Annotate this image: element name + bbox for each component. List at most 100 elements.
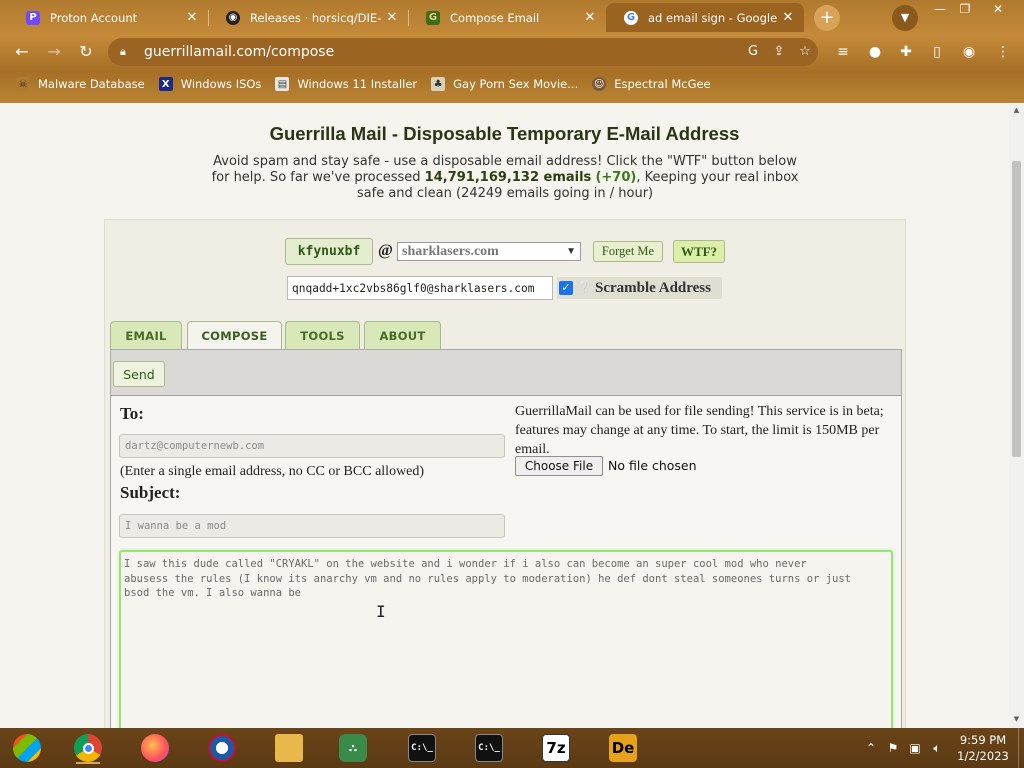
taskbar: ⛬ C:\_ C:\_ 7z De ⌃ ⚑ ▣ 🔈︎ 9:59 PM 1/2/2… bbox=[0, 728, 1024, 768]
message-body-textarea[interactable]: I saw this dude called "CRYAKL" on the w… bbox=[119, 550, 893, 728]
file-sending-note: GuerrillaMail can be used for file sendi… bbox=[515, 404, 884, 457]
tab-title: Compose Email bbox=[450, 10, 540, 25]
tab-title: Releases · horsicq/DIE-en bbox=[250, 10, 382, 25]
forget-me-button[interactable]: Forget Me bbox=[593, 241, 663, 262]
scramble-address-toggle[interactable]: ✓ ❔ Scramble Address bbox=[557, 277, 722, 299]
start-button[interactable] bbox=[9, 732, 45, 764]
bookmark-espectral-mcgee[interactable]: ☺ Espectral McGee bbox=[592, 77, 711, 91]
profile-icon[interactable]: ◉ bbox=[958, 42, 980, 62]
close-icon[interactable]: ✕ bbox=[182, 10, 202, 25]
emails-delta: (+70) bbox=[595, 170, 637, 185]
wtf-button[interactable]: WTF? bbox=[673, 240, 725, 263]
scrollbar-thumb[interactable] bbox=[1012, 161, 1021, 457]
taskbar-file-explorer[interactable] bbox=[271, 732, 307, 764]
emails-processed-count: 14,791,169,132 emails bbox=[424, 170, 592, 185]
taskbar-chrome[interactable] bbox=[70, 732, 106, 764]
network-icon: ⛬ bbox=[339, 734, 367, 762]
domain-select[interactable]: sharklasers.com ▼ bbox=[397, 242, 581, 261]
domain-value: sharklasers.com bbox=[402, 243, 499, 259]
clock-time: 9:59 PM bbox=[959, 733, 1007, 747]
bookmark-label: Windows 11 Installer bbox=[297, 77, 418, 91]
skull-icon: ☠ bbox=[16, 77, 30, 91]
flag-icon[interactable]: ⚑ bbox=[882, 741, 904, 755]
proton-icon: P bbox=[26, 10, 40, 25]
mail-panel: kfynuxbf @ sharklasers.com ▼ Forget Me W… bbox=[104, 219, 906, 728]
address-bar[interactable]: 🔒︎ guerrillamail.com/compose G ⇪ ☆ bbox=[108, 38, 818, 66]
show-desktop-button[interactable] bbox=[1018, 728, 1024, 768]
menu-kebab-icon[interactable]: ⋮ bbox=[992, 42, 1014, 62]
tab-compose[interactable]: COMPOSE bbox=[187, 321, 282, 350]
folder-icon bbox=[275, 734, 303, 762]
bookmark-site[interactable]: ♣ Gay Porn Sex Movie... bbox=[431, 77, 578, 91]
browser-tab-github[interactable]: ◉ Releases · horsicq/DIE-en ✕ bbox=[208, 3, 408, 32]
chrome-icon bbox=[74, 734, 102, 762]
chevron-up-icon[interactable]: ⌃ bbox=[860, 741, 882, 755]
send-button[interactable]: Send bbox=[113, 361, 165, 387]
side-panel-icon[interactable]: ▯ bbox=[926, 42, 948, 62]
browser-tab-proton[interactable]: P Proton Account ✕ bbox=[8, 3, 208, 32]
bookmark-label: Malware Database bbox=[38, 77, 145, 91]
bookmark-star-icon[interactable]: ☆ bbox=[792, 42, 818, 62]
browser-tab-google[interactable]: G ad email sign - Google Sea ✕ bbox=[606, 3, 804, 32]
windows-start-icon bbox=[13, 734, 41, 762]
close-icon[interactable]: ✕ bbox=[382, 10, 402, 25]
scroll-down-icon[interactable]: ▼ bbox=[1012, 715, 1021, 723]
compose-toolbar: Send bbox=[111, 350, 901, 396]
url-text[interactable]: guerrillamail.com/compose bbox=[144, 44, 740, 60]
restore-button[interactable]: ❐ bbox=[950, 0, 980, 18]
tab-email[interactable]: EMAIL bbox=[110, 321, 182, 349]
back-button[interactable]: ← bbox=[11, 41, 33, 63]
bookmark-windows-11-installer[interactable]: ▤ Windows 11 Installer bbox=[275, 77, 417, 91]
taskbar-7zip[interactable]: 7z bbox=[538, 732, 574, 764]
system-tray: ⌃ ⚑ ▣ 🔈︎ 9:59 PM 1/2/2023 bbox=[860, 728, 1024, 768]
extension-avatar-icon[interactable]: ● bbox=[864, 42, 886, 62]
obama-logo-icon bbox=[208, 734, 236, 762]
extension-flag-icon[interactable]: ≡ bbox=[832, 42, 854, 62]
reload-button[interactable]: ↻ bbox=[75, 41, 97, 63]
clock[interactable]: 9:59 PM 1/2/2023 bbox=[948, 732, 1018, 764]
scroll-up-icon[interactable]: ▲ bbox=[1012, 106, 1021, 114]
tab-title: ad email sign - Google Sea bbox=[648, 10, 778, 25]
browser-tab-compose-email[interactable]: G Compose Email ✕ bbox=[408, 3, 606, 32]
subject-field[interactable]: I wanna be a mod bbox=[119, 514, 505, 538]
google-lens-icon[interactable]: G bbox=[740, 42, 766, 62]
taskbar-cmd-2[interactable]: C:\_ bbox=[471, 732, 507, 764]
choose-file-button[interactable]: Choose File bbox=[515, 456, 603, 476]
bookmark-malware-database[interactable]: ☠ Malware Database bbox=[16, 77, 145, 91]
taskbar-die[interactable]: De bbox=[605, 732, 641, 764]
to-field[interactable]: dartz@computernewb.com bbox=[119, 434, 505, 458]
compose-form: Send To: dartz@computernewb.com (Enter a… bbox=[110, 349, 902, 728]
close-icon[interactable]: ✕ bbox=[580, 10, 600, 25]
bookmark-windows-isos[interactable]: X Windows ISOs bbox=[158, 77, 262, 91]
taskbar-firefox[interactable] bbox=[137, 732, 173, 764]
volume-icon[interactable]: 🔈︎ bbox=[926, 741, 948, 756]
new-tab-button[interactable]: + bbox=[814, 5, 840, 31]
tab-tools[interactable]: TOOLS bbox=[285, 321, 360, 349]
extensions-puzzle-icon[interactable]: ✚ bbox=[895, 42, 917, 62]
restore-icon: ❐ bbox=[959, 2, 971, 16]
taskbar-network-app[interactable]: ⛬ bbox=[335, 732, 371, 764]
at-symbol: @ bbox=[378, 242, 393, 259]
forward-button[interactable]: → bbox=[43, 41, 65, 63]
tab-search-button[interactable]: ▼ bbox=[892, 5, 918, 31]
close-icon[interactable]: ✕ bbox=[778, 10, 798, 25]
username-button[interactable]: kfynuxbf bbox=[285, 238, 373, 265]
taskbar-cmd-1[interactable]: C:\_ bbox=[404, 732, 440, 764]
tab-about[interactable]: ABOUT bbox=[364, 321, 441, 349]
arrow-left-icon: ← bbox=[15, 42, 29, 61]
intro-text: Avoid spam and stay safe - use a disposa… bbox=[205, 154, 805, 202]
x-icon: X bbox=[158, 77, 173, 91]
scramble-checkbox[interactable]: ✓ bbox=[559, 281, 573, 295]
scrambled-address-field[interactable]: qnqadd+1xc2vbs86glf0@sharklasers.com bbox=[287, 276, 553, 300]
bookmark-label: Windows ISOs bbox=[180, 77, 262, 91]
taskbar-obama-app[interactable] bbox=[204, 732, 240, 764]
share-icon[interactable]: ⇪ bbox=[766, 42, 792, 62]
chevron-down-icon: ▼ bbox=[566, 246, 576, 257]
cmd-icon: C:\_ bbox=[475, 734, 503, 762]
lock-icon: 🔒︎ bbox=[120, 45, 126, 58]
page-scrollbar[interactable]: ▲ ▼ bbox=[1009, 103, 1024, 728]
window-close-button[interactable]: ✕ bbox=[983, 0, 1013, 18]
tab-title: Proton Account bbox=[50, 10, 138, 25]
browser-chrome: P Proton Account ✕ ◉ Releases · horsicq/… bbox=[0, 0, 1024, 103]
network-status-icon[interactable]: ▣ bbox=[904, 741, 926, 755]
